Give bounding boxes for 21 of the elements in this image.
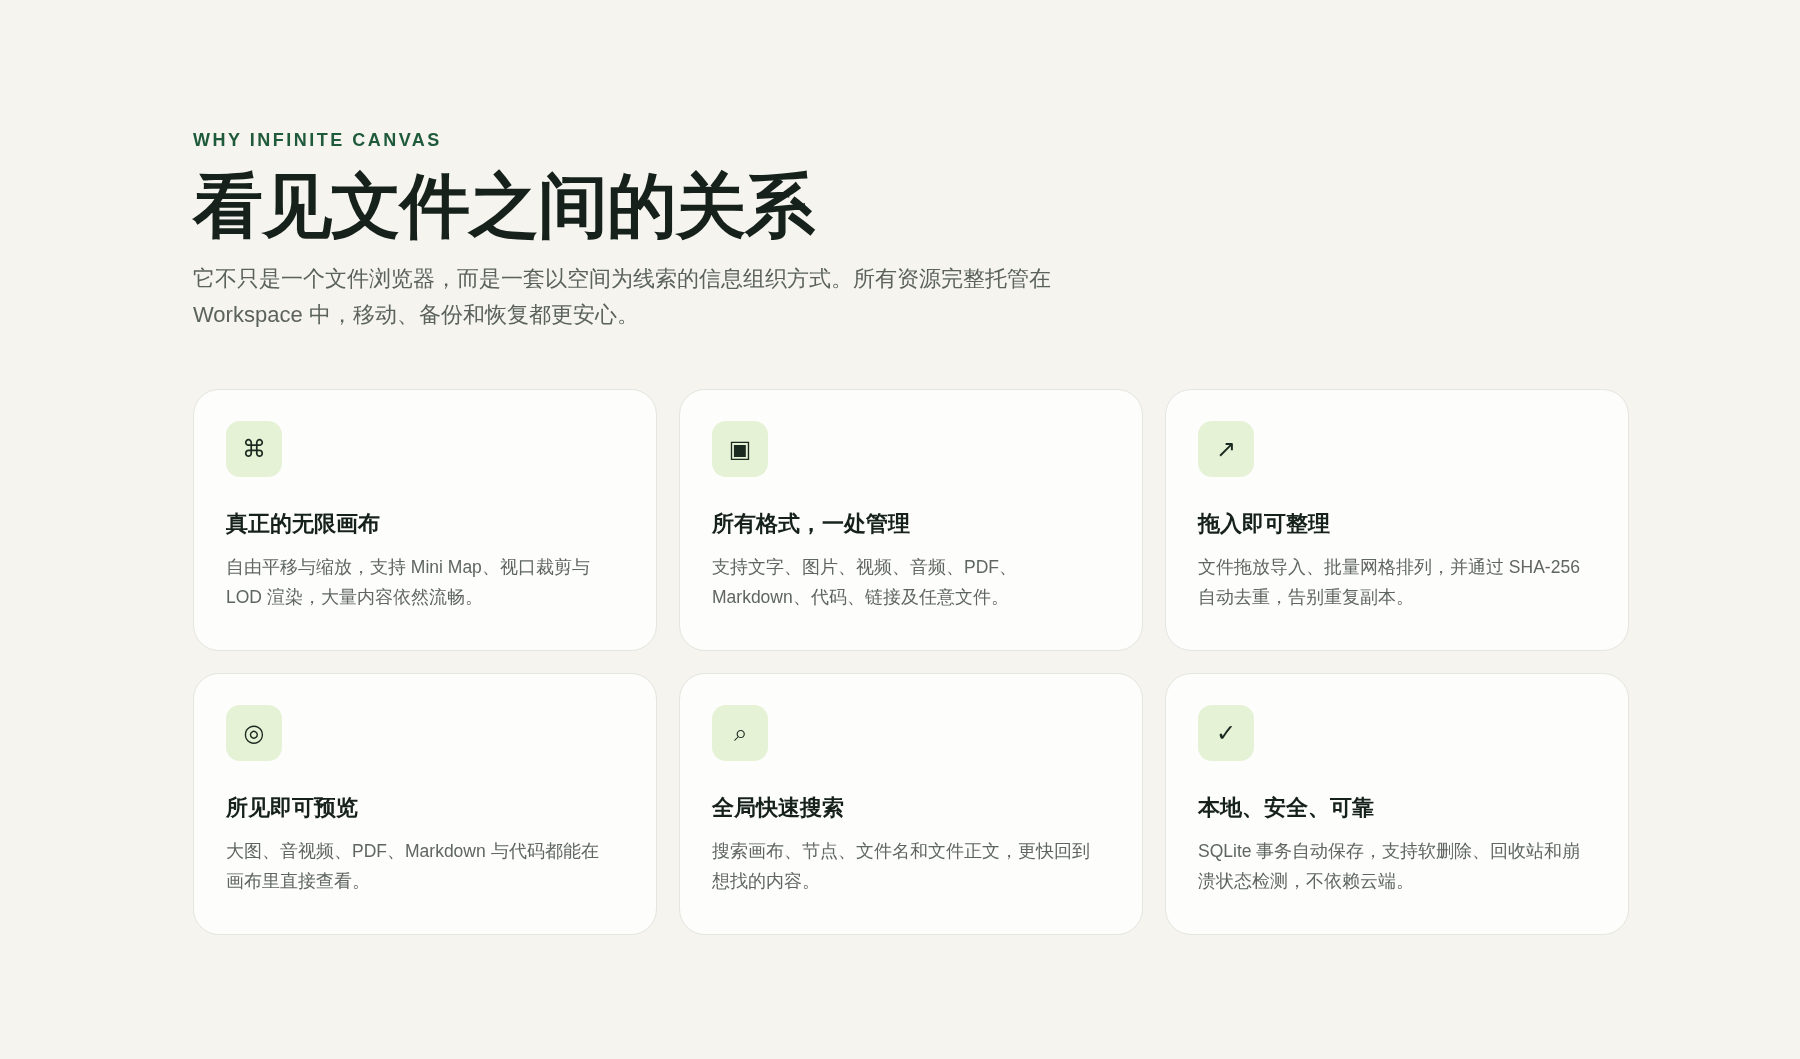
feature-description: 支持文字、图片、视频、音频、PDF、Markdown、代码、链接及任意文件。 bbox=[712, 555, 1018, 609]
feature-icon: ⌘ bbox=[226, 420, 282, 477]
feature-icon: ↗ bbox=[1198, 420, 1254, 477]
feature-icon: ⌕ bbox=[712, 704, 768, 761]
feature-icon: ▣ bbox=[712, 420, 768, 477]
feature-description: 自由平移与缩放，支持 Mini Map、视口裁剪与 LOD 渲染，大量内容依然流畅。 bbox=[226, 555, 591, 609]
feature-description: 大图、音视频、PDF、Markdown 与代码都能在画布里直接查看。 bbox=[226, 839, 600, 893]
section-title: 看见文件之间的关系 bbox=[193, 166, 816, 247]
feature-icon: ✓ bbox=[1198, 704, 1254, 761]
feature-description: 搜索画布、节点、文件名和文件正文，更快回到想找的内容。 bbox=[712, 839, 1091, 893]
feature-description: 文件拖放导入、批量网格排列，并通过 SHA-256 自动去重，告别重复副本。 bbox=[1198, 555, 1581, 609]
feature-title: 所有格式，一处管理 bbox=[712, 509, 911, 538]
feature-title: 所见即可预览 bbox=[226, 793, 359, 822]
section-description: 它不只是一个文件浏览器，而是一套以空间为线索的信息组织方式。所有资源完整托管在 Workspace 中，移动、备份和恢复都更安心。 bbox=[193, 264, 1052, 329]
feature-description: SQLite 事务自动保存，支持软删除、回收站和崩溃状态检测，不依赖云端。 bbox=[1198, 839, 1582, 893]
feature-title: 全局快速搜索 bbox=[712, 793, 845, 822]
feature-icon: ◎ bbox=[226, 704, 282, 761]
section-eyebrow: WHY INFINITE CANVAS bbox=[193, 129, 443, 152]
feature-title: 拖入即可整理 bbox=[1198, 509, 1331, 538]
feature-title: 真正的无限画布 bbox=[226, 509, 381, 538]
feature-title: 本地、安全、可靠 bbox=[1198, 793, 1375, 822]
